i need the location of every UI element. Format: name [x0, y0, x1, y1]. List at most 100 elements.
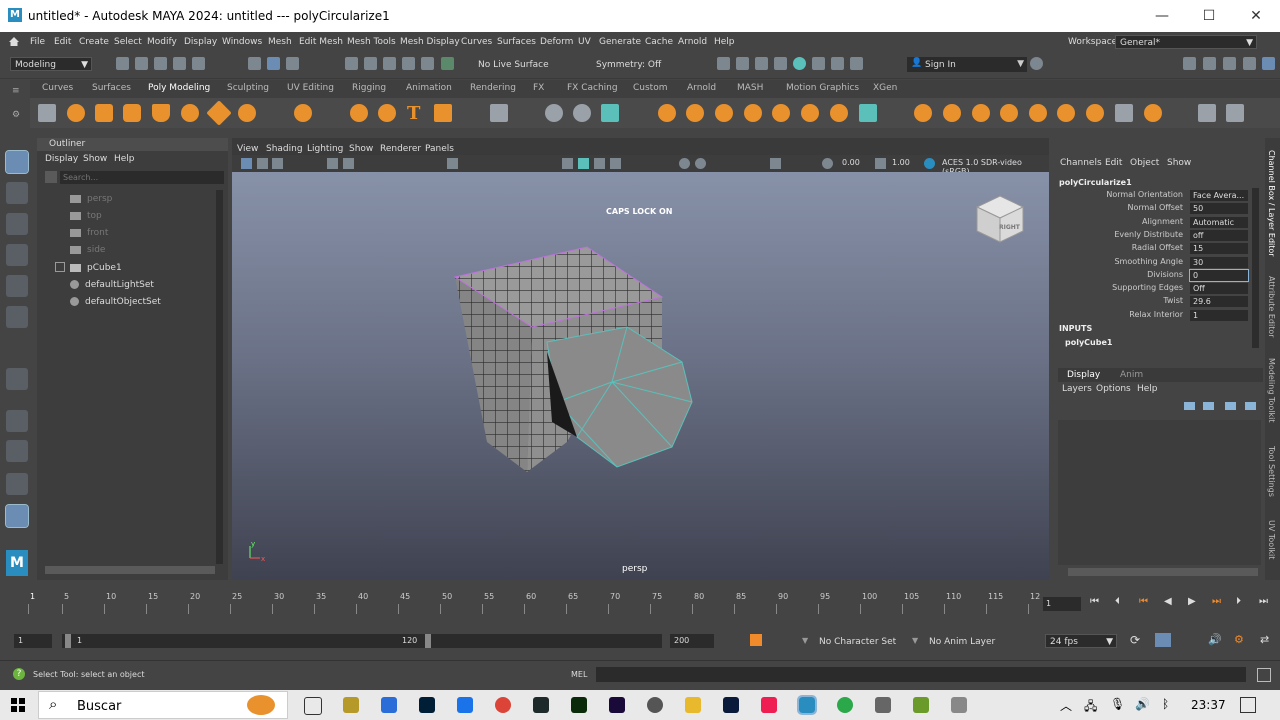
- workspace-dropdown[interactable]: General* ▼: [1115, 35, 1257, 49]
- separate-icon[interactable]: [686, 104, 704, 122]
- render-setup-icon[interactable]: [812, 57, 825, 70]
- minimize-button[interactable]: —: [1152, 6, 1172, 26]
- end-time-field[interactable]: 200: [670, 634, 714, 648]
- outliner-menu-show[interactable]: Show: [83, 154, 107, 164]
- menu-create[interactable]: Create: [79, 37, 109, 47]
- outliner-item-default-object-set[interactable]: defaultObjectSet: [70, 297, 161, 307]
- audition-icon[interactable]: [723, 697, 739, 713]
- smooth-icon[interactable]: [715, 104, 733, 122]
- channel-box-scrollbar[interactable]: [1252, 188, 1259, 348]
- tab-mash[interactable]: MASH: [737, 83, 763, 93]
- time-ruler[interactable]: 1 5 10 15 20 25 30 35 40 45 50 55 60 65 70 75 80 85 90 95 10…: [20, 590, 1040, 620]
- menu-mesh-display[interactable]: Mesh Display: [400, 37, 460, 47]
- four-view-layout-icon[interactable]: [6, 440, 28, 462]
- channel-show-menu[interactable]: Show: [1167, 158, 1191, 168]
- menu-display[interactable]: Display: [184, 37, 217, 47]
- network-icon[interactable]: 🖧: [1084, 697, 1097, 718]
- layer-editor-icon[interactable]: [1262, 57, 1275, 70]
- bevel-icon[interactable]: [943, 104, 961, 122]
- search-help-icon[interactable]: [1030, 57, 1043, 70]
- app-icon-terminal[interactable]: [533, 697, 549, 713]
- chrome-icon[interactable]: [495, 697, 511, 713]
- tab-custom[interactable]: Custom: [633, 83, 667, 93]
- select-tool-icon[interactable]: [5, 150, 29, 174]
- poly-cone-icon[interactable]: [152, 104, 170, 122]
- help-question-icon[interactable]: ?: [13, 668, 25, 680]
- notifications-icon[interactable]: [1240, 697, 1256, 713]
- camera-attributes-icon[interactable]: [241, 158, 252, 169]
- app-icon-tool[interactable]: [951, 697, 967, 713]
- combine-icon[interactable]: [658, 104, 676, 122]
- app-icon-green[interactable]: [837, 697, 853, 713]
- poly-plane-icon[interactable]: [206, 100, 232, 126]
- sculpt-tool-icon[interactable]: [545, 104, 563, 122]
- reduce-icon[interactable]: [1144, 104, 1162, 122]
- channel-attribute-row[interactable]: Radial Offset 15: [1053, 243, 1253, 255]
- loop-icon[interactable]: ⟳: [1130, 633, 1140, 647]
- tab-xgen[interactable]: XGen: [873, 83, 897, 93]
- exposure-icon[interactable]: [822, 158, 833, 169]
- step-back-icon[interactable]: ⏴: [1115, 596, 1120, 607]
- channel-attribute-row[interactable]: Normal Orientation Face Avera...: [1053, 190, 1253, 202]
- menu-help[interactable]: Help: [714, 37, 735, 47]
- outliner-item-front[interactable]: front: [70, 228, 108, 238]
- channel-attribute-value[interactable]: 15: [1190, 243, 1248, 255]
- outliner-item-default-light-set[interactable]: defaultLightSet: [70, 280, 154, 290]
- scale-tool-icon[interactable]: [6, 306, 28, 328]
- menu-surfaces[interactable]: Surfaces: [497, 37, 536, 47]
- fps-dropdown[interactable]: 24 fps ▼: [1045, 634, 1117, 648]
- anim-layer-dropdown[interactable]: No Anim Layer: [929, 637, 995, 647]
- tab-display[interactable]: Display: [1067, 370, 1100, 380]
- viewport-menu-shading[interactable]: Shading: [266, 144, 303, 154]
- menu-deform[interactable]: Deform: [540, 37, 573, 47]
- grid-toggle-icon[interactable]: [447, 158, 458, 169]
- quad-draw-icon[interactable]: [1115, 104, 1133, 122]
- snap-grid-icon[interactable]: [345, 57, 358, 70]
- isolate-select-icon[interactable]: [770, 158, 781, 169]
- channel-box-icon[interactable]: [1243, 57, 1256, 70]
- menu-file[interactable]: File: [30, 37, 45, 47]
- channel-attribute-value[interactable]: 0: [1189, 268, 1249, 282]
- app-icon-folder-tool[interactable]: [343, 697, 359, 713]
- hypershade-icon[interactable]: [793, 57, 806, 70]
- time-editor-icon[interactable]: ⇄: [1260, 633, 1269, 646]
- insert-loop-icon[interactable]: [1057, 104, 1075, 122]
- command-line-input[interactable]: [596, 667, 1246, 682]
- poly-svg-icon[interactable]: [434, 104, 452, 122]
- tab-motion-graphics[interactable]: Motion Graphics: [786, 83, 859, 93]
- tab-rigging[interactable]: Rigging: [352, 83, 386, 93]
- ipr-render-icon[interactable]: [755, 57, 768, 70]
- 3d-viewport[interactable]: CAPS LOCK ON RIGHT y x persp: [232, 172, 1049, 580]
- channel-attribute-row[interactable]: Relax Interior 1: [1053, 309, 1253, 322]
- circularize-icon[interactable]: [859, 104, 877, 122]
- start-time-field[interactable]: 1: [14, 634, 52, 648]
- play-backwards-icon[interactable]: ◀: [1164, 596, 1172, 607]
- windows-start-icon[interactable]: [11, 698, 25, 712]
- channel-attribute-value[interactable]: Automatic: [1190, 216, 1248, 228]
- snap-curve-icon[interactable]: [364, 57, 377, 70]
- bluetooth-icon[interactable]: ᛒ: [1162, 697, 1169, 711]
- exposure-value[interactable]: 0.00: [842, 158, 860, 167]
- color-management-icon[interactable]: [924, 158, 935, 169]
- poly-cylinder-icon[interactable]: [123, 104, 141, 122]
- chevron-up-icon[interactable]: ︿: [1060, 697, 1072, 714]
- render-view-icon[interactable]: [717, 57, 730, 70]
- poly-sphere-icon[interactable]: [67, 104, 85, 122]
- volume-icon[interactable]: 🔊: [1135, 697, 1150, 711]
- textured-icon[interactable]: [610, 158, 621, 169]
- menu-set-dropdown[interactable]: Modeling ▼: [10, 57, 92, 71]
- play-forwards-icon[interactable]: ▶: [1188, 596, 1196, 607]
- outliner-item-pcube1[interactable]: pCube1: [70, 263, 122, 273]
- append-icon[interactable]: [972, 104, 990, 122]
- photoshop-icon[interactable]: [419, 697, 435, 713]
- menu-uv[interactable]: UV: [578, 37, 591, 47]
- single-perspective-layout-icon[interactable]: [6, 410, 28, 432]
- outliner-item-persp[interactable]: persp: [70, 194, 112, 204]
- expand-icon[interactable]: [55, 262, 65, 272]
- mesh-icon[interactable]: [38, 104, 56, 122]
- move-layer-down-icon[interactable]: [1203, 402, 1214, 410]
- microphone-icon[interactable]: 🎙: [1110, 697, 1125, 711]
- outliner-layout-icon[interactable]: [5, 504, 29, 528]
- script-editor-icon[interactable]: [1257, 668, 1271, 682]
- channel-attribute-row[interactable]: Smoothing Angle 30: [1053, 256, 1253, 269]
